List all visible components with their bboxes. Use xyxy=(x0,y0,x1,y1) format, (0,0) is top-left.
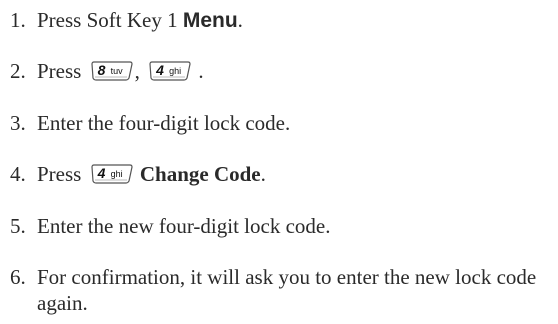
step-2: 2. Press 8 tuv, 4 ghi . xyxy=(10,58,558,84)
step-4: 4. Press 4 ghi Change Code. xyxy=(10,161,558,187)
step-text: Enter the new four-digit lock code. xyxy=(37,214,331,238)
key-4-icon: 4 ghi xyxy=(147,61,191,81)
step-text: Press 8 tuv, 4 ghi . xyxy=(37,59,204,83)
step-number: 3. xyxy=(10,111,26,135)
step-5: 5. Enter the new four-digit lock code. xyxy=(10,213,558,239)
step-6: 6. For confirmation, it will ask you to e… xyxy=(10,264,558,316)
step-text: For confirmation, it will ask you to ent… xyxy=(37,265,537,315)
step-text: Enter the four-digit lock code. xyxy=(37,111,291,135)
menu-label: Menu xyxy=(182,9,238,32)
step-number: 2. xyxy=(10,59,26,83)
step-number: 4. xyxy=(10,162,26,186)
step-text: Press 4 ghi Change Code. xyxy=(37,162,266,186)
step-number: 6. xyxy=(10,265,26,289)
step-1: 1. Press Soft Key 1 Menu. xyxy=(10,7,558,34)
step-text: Press Soft Key 1 Menu. xyxy=(37,8,243,32)
key-4-icon: 4 ghi xyxy=(89,164,133,184)
change-code-label: Change Code xyxy=(139,162,261,186)
key-8-icon: 8 tuv xyxy=(89,61,133,81)
step-3: 3. Enter the four-digit lock code. xyxy=(10,110,558,136)
step-number: 5. xyxy=(10,214,26,238)
step-number: 1. xyxy=(10,8,26,32)
